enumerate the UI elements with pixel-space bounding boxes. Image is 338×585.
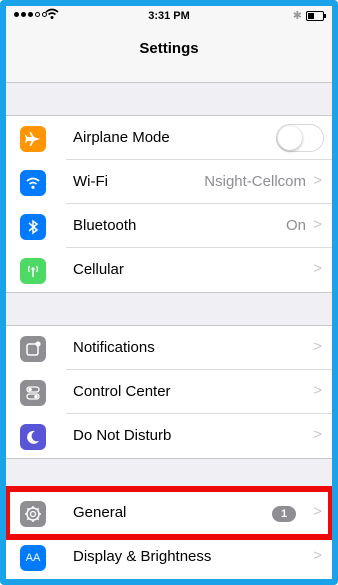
chevron-right-icon: > — [313, 216, 322, 233]
row-notifications[interactable]: Notifications > — [6, 326, 332, 370]
status-time: 3:31 PM — [148, 10, 190, 22]
row-label: Do Not Disturb — [73, 427, 172, 444]
airplane-icon — [20, 126, 46, 152]
row-control-center[interactable]: Control Center > — [6, 370, 332, 414]
notifications-icon — [20, 336, 46, 362]
row-label: Control Center — [73, 383, 171, 400]
chevron-right-icon: > — [313, 338, 322, 355]
chevron-right-icon: > — [313, 547, 322, 564]
moon-icon — [20, 424, 46, 450]
wifi-icon — [20, 170, 46, 196]
row-bluetooth[interactable]: Bluetooth On > — [6, 204, 332, 248]
row-display-brightness[interactable]: AA Display & Brightness > — [6, 535, 332, 579]
row-label: Wi-Fi — [73, 173, 108, 190]
airplane-mode-toggle[interactable] — [276, 124, 324, 152]
row-label: General — [73, 504, 127, 521]
row-general[interactable]: General 1 > — [6, 491, 332, 535]
chevron-right-icon: > — [313, 503, 322, 520]
row-airplane-mode[interactable]: Airplane Mode — [6, 116, 332, 160]
control-center-icon — [20, 380, 46, 406]
chevron-right-icon: > — [313, 426, 322, 443]
wifi-network-value: Nsight-Cellcom — [204, 173, 306, 190]
battery-icon — [306, 11, 326, 21]
settings-group-general: General 1 > AA Display & Brightness > — [6, 490, 332, 579]
row-label: Notifications — [73, 339, 155, 356]
page-title: Settings — [139, 40, 199, 57]
settings-group-connectivity: Airplane Mode Wi-Fi Nsight-Cellcom > Blu… — [6, 115, 332, 293]
navigation-bar: Settings — [6, 26, 332, 83]
bluetooth-icon — [20, 214, 46, 240]
row-cellular[interactable]: Cellular > — [6, 248, 332, 292]
row-wifi[interactable]: Wi-Fi Nsight-Cellcom > — [6, 160, 332, 204]
gear-icon — [20, 501, 46, 527]
row-label: Display & Brightness — [73, 548, 212, 565]
phone-screen: 3:31 PM ✱ Settings Airplane Mode Wi-Fi N… — [0, 0, 338, 585]
bluetooth-status-icon: ✱ — [292, 10, 302, 22]
bluetooth-status-value: On — [285, 217, 306, 234]
chevron-right-icon: > — [313, 260, 322, 277]
chevron-right-icon: > — [313, 172, 322, 189]
cellular-icon — [20, 258, 46, 284]
settings-group-notifications: Notifications > Control Center > Do Not … — [6, 325, 332, 459]
display-icon: AA — [20, 545, 46, 571]
row-label: Cellular — [73, 261, 124, 278]
row-label: Bluetooth — [73, 217, 137, 234]
row-do-not-disturb[interactable]: Do Not Disturb > — [6, 414, 332, 458]
update-badge: 1 — [272, 506, 296, 522]
chevron-right-icon: > — [313, 382, 322, 399]
status-bar: 3:31 PM ✱ — [6, 6, 332, 26]
row-label: Airplane Mode — [73, 129, 170, 146]
